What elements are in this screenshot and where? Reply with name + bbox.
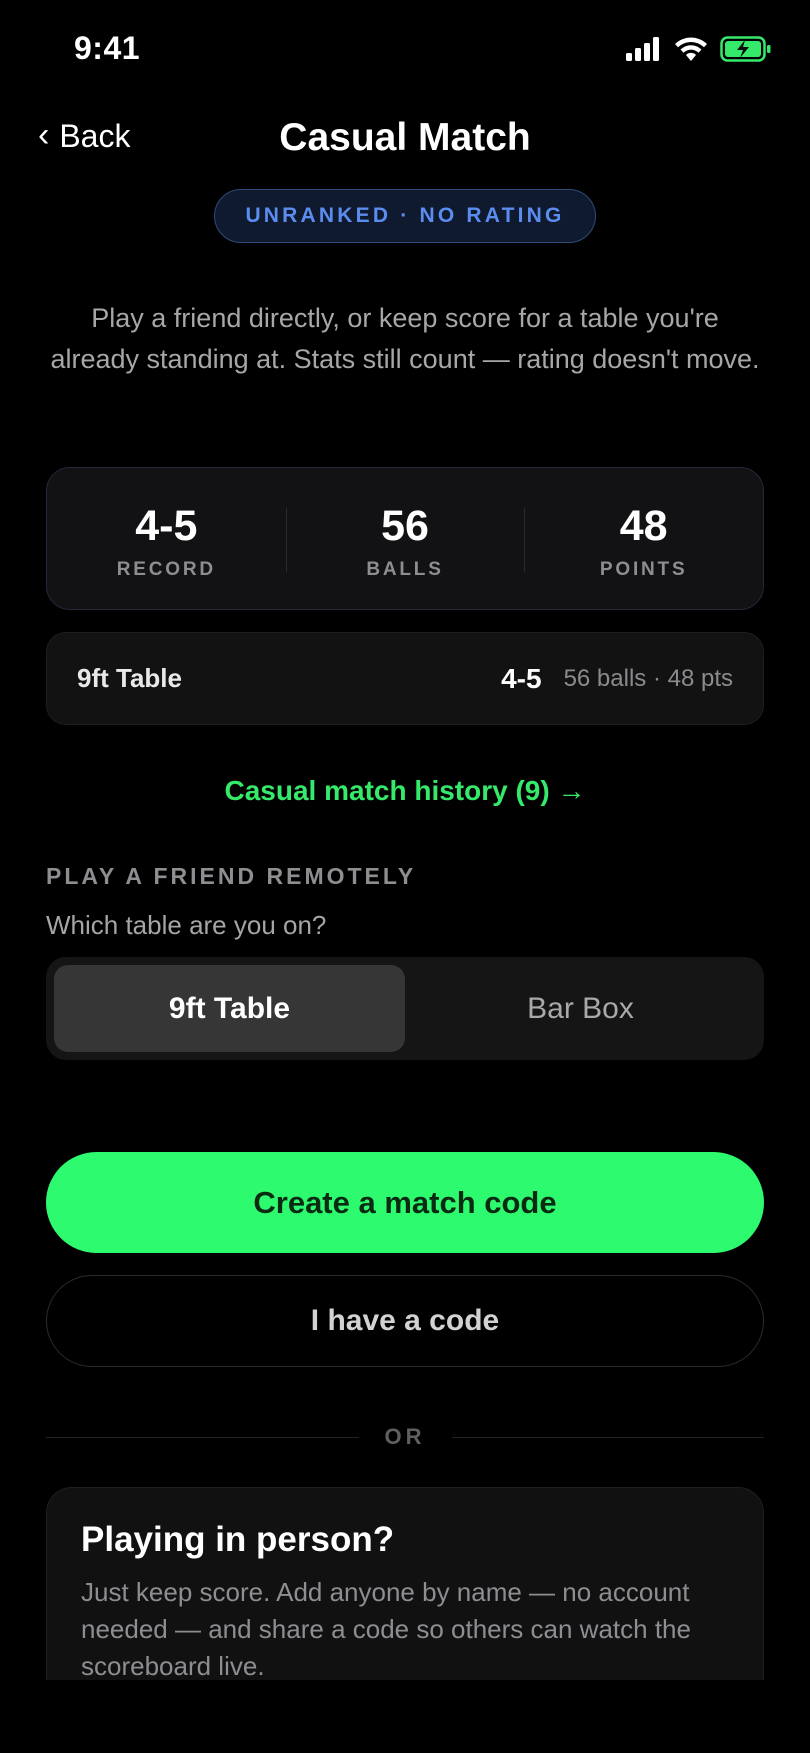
page-title: Casual Match — [279, 116, 531, 159]
in-person-title: Playing in person? — [81, 1520, 395, 1559]
stat-label: POINTS — [599, 559, 688, 580]
cellular-signal-icon — [626, 37, 659, 61]
wifi-icon — [675, 37, 707, 61]
table-record: 4-5 — [501, 662, 542, 694]
table-record-row[interactable]: 9ft Table 4-5 56 balls · 48 pts — [46, 632, 764, 725]
stat-record: 4-5 RECORD — [47, 468, 286, 609]
stat-balls: 56 BALLS — [285, 468, 525, 609]
option-bar-box[interactable]: Bar Box — [405, 965, 756, 1052]
status-time: 9:41 — [74, 30, 141, 66]
stat-value: 4-5 — [135, 502, 198, 550]
section-heading-remote: PLAY A FRIEND REMOTELY — [46, 863, 417, 889]
stat-value: 56 — [381, 502, 429, 550]
match-history-link[interactable]: Casual match history (9) → — [0, 775, 810, 807]
or-divider: OR — [46, 1422, 764, 1452]
stat-label: RECORD — [116, 559, 216, 580]
status-icons — [626, 36, 772, 62]
stat-label: BALLS — [366, 559, 444, 580]
section-subheading: Which table are you on? — [46, 910, 327, 940]
divider-label: OR — [384, 1424, 426, 1449]
stat-points: 48 POINTS — [524, 468, 763, 609]
badge-container: UNRANKED · NO RATING — [0, 189, 810, 243]
table-meta: 56 balls · 48 pts — [563, 664, 733, 692]
option-9ft-table[interactable]: 9ft Table — [54, 965, 405, 1052]
stat-value: 48 — [619, 502, 668, 550]
table-name: 9ft Table — [77, 663, 182, 693]
status-bar: 9:41 — [0, 0, 810, 100]
nav-bar: ‹ Back Casual Match — [0, 110, 810, 170]
intro-text: Play a friend directly, or keep score fo… — [50, 303, 760, 374]
stats-card: 4-5 RECORD 56 BALLS 48 POINTS — [46, 467, 764, 610]
bottom-mask — [0, 1680, 810, 1753]
create-match-code-button[interactable]: Create a match code — [46, 1152, 764, 1253]
have-code-button[interactable]: I have a code — [46, 1275, 764, 1367]
divider-line — [46, 1436, 359, 1438]
divider-line — [451, 1436, 764, 1438]
battery-charging-icon — [720, 36, 771, 62]
status-badge: UNRANKED · NO RATING — [214, 189, 596, 243]
table-type-selector: 9ft Table Bar Box — [46, 957, 764, 1060]
in-person-description: Just keep score. Add anyone by name — no… — [81, 1577, 691, 1681]
